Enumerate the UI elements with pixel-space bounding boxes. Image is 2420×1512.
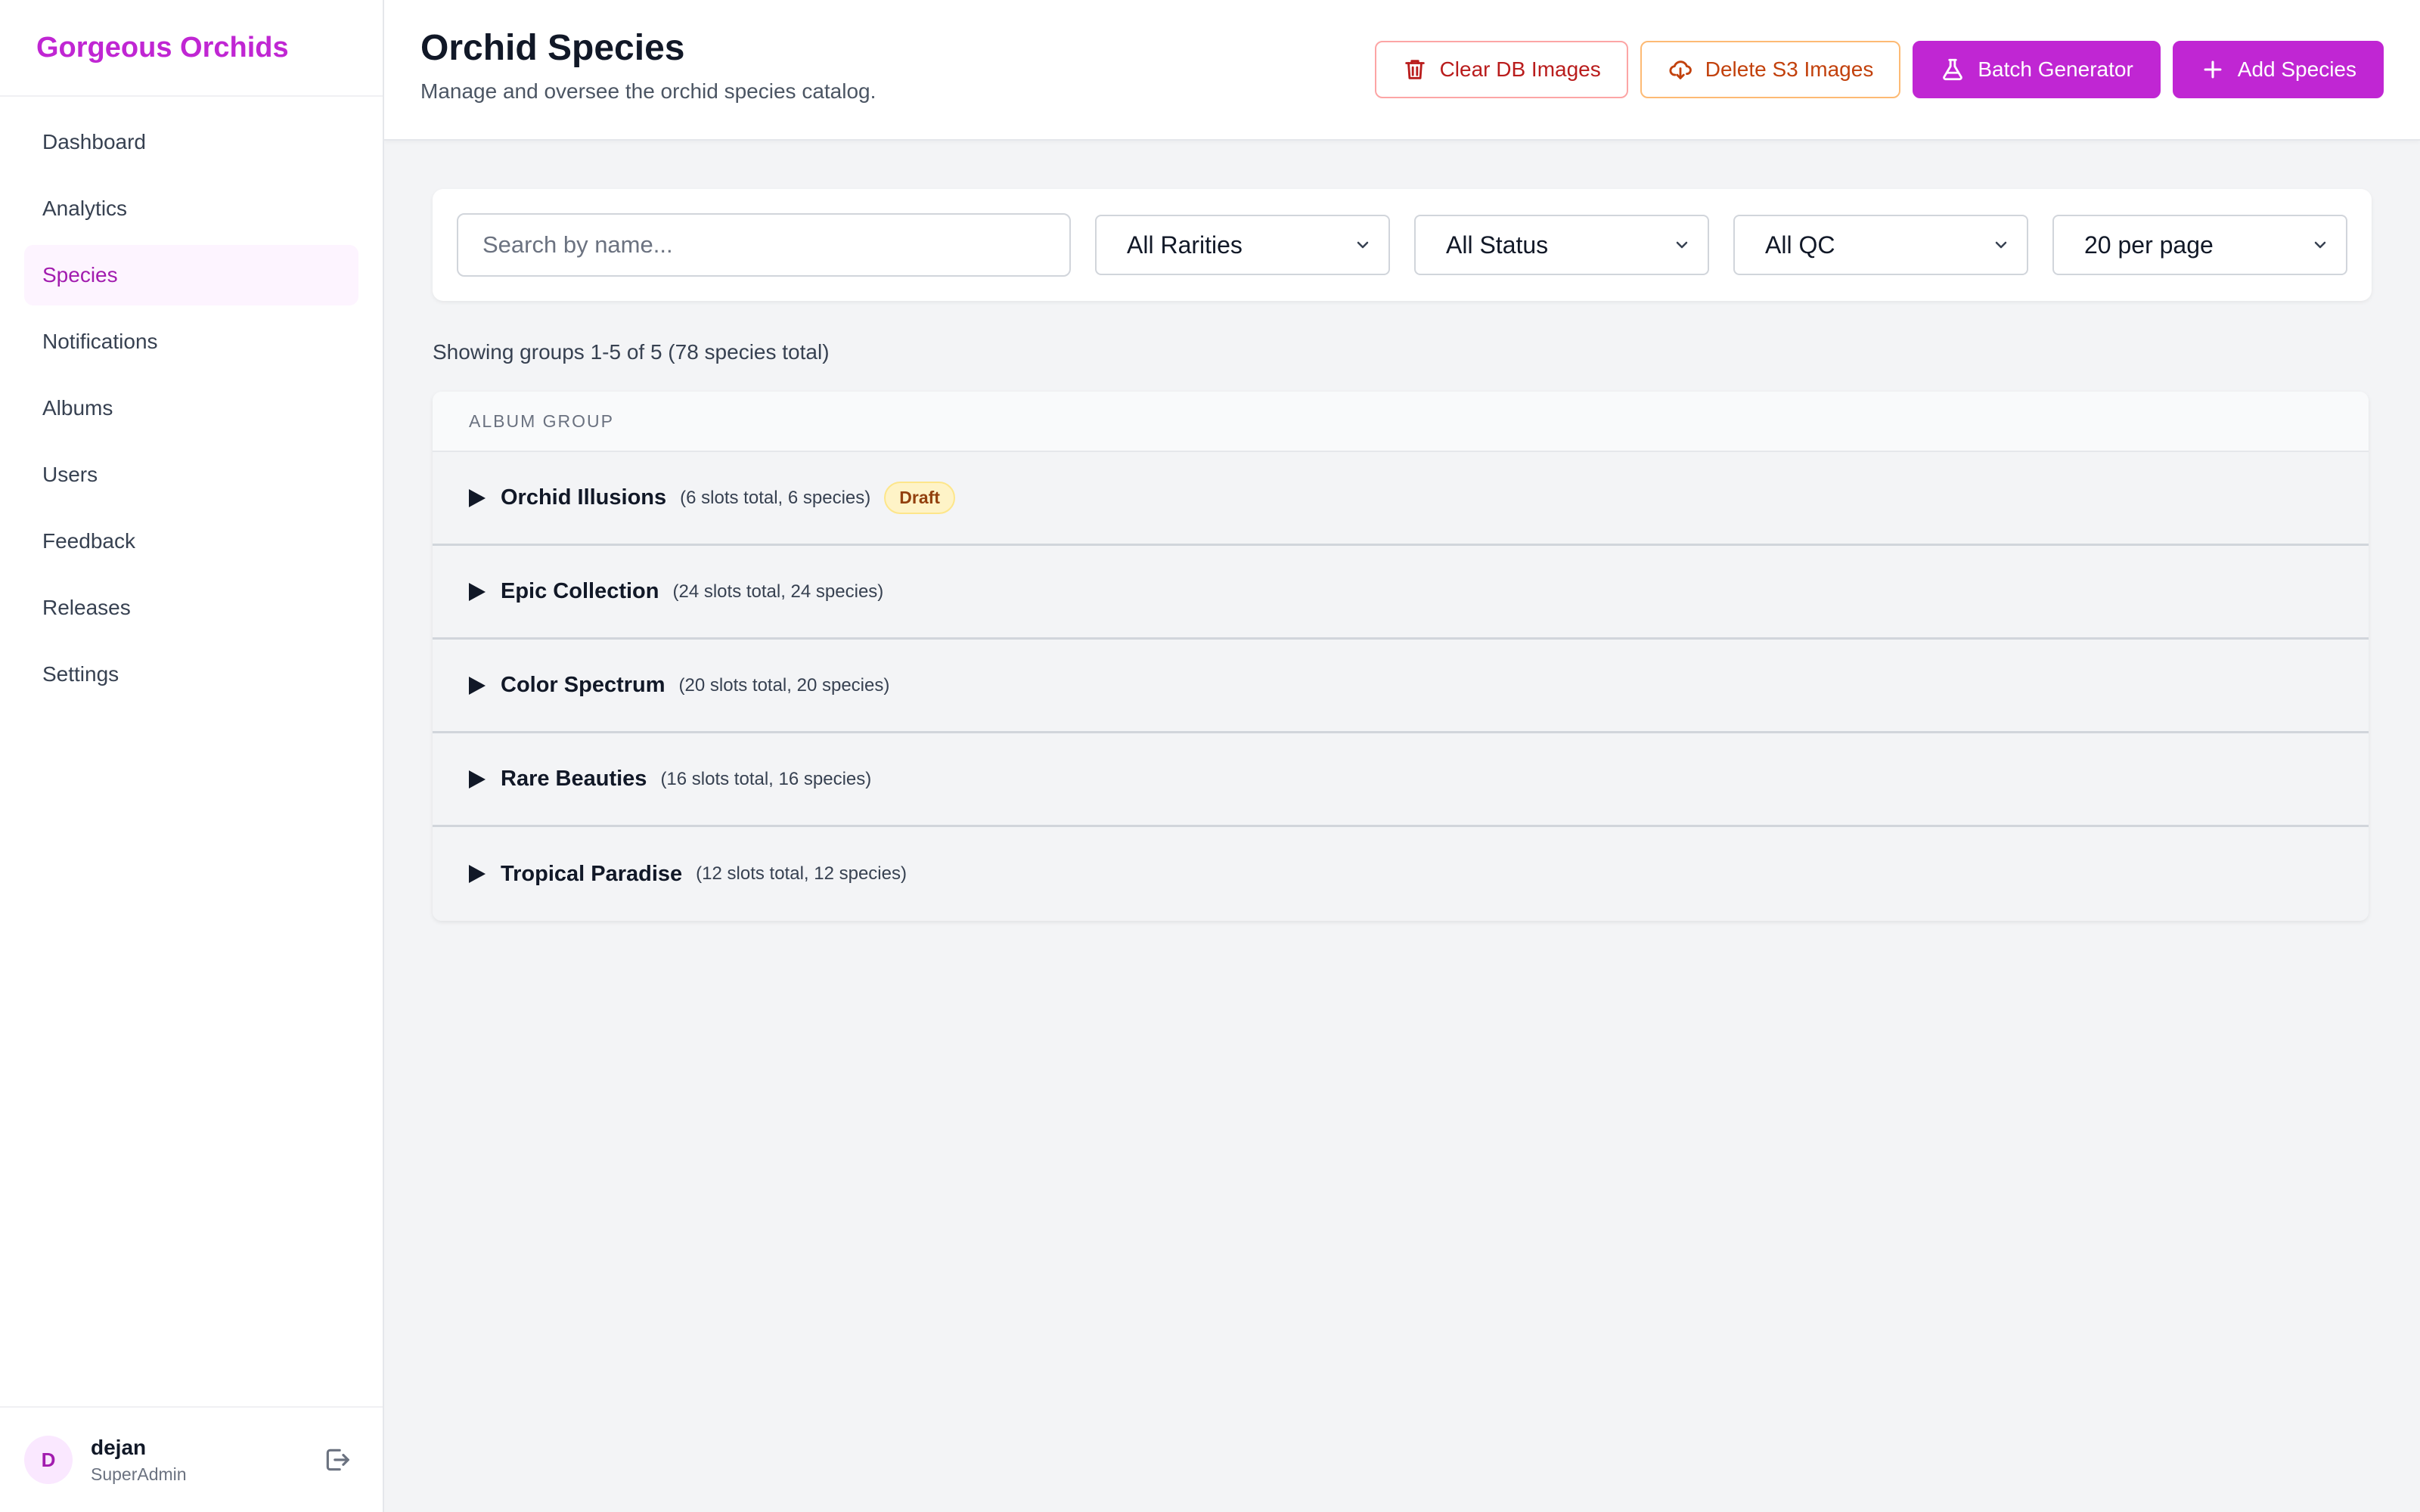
chevron-down-icon bbox=[1676, 241, 1688, 249]
delete-s3-images-label: Delete S3 Images bbox=[1705, 57, 1874, 81]
clear-db-images-label: Clear DB Images bbox=[1439, 57, 1601, 81]
table-row[interactable]: Orchid Illusions (6 slots total, 6 speci… bbox=[433, 452, 2369, 546]
sidebar-nav: Dashboard Analytics Species Notification… bbox=[0, 97, 383, 726]
group-name: Orchid Illusions bbox=[501, 485, 667, 510]
chevron-down-icon bbox=[1357, 241, 1369, 249]
content: All Rarities All Status All QC 20 per pa… bbox=[384, 141, 2420, 921]
cloud-download-icon bbox=[1669, 60, 1692, 79]
logout-button[interactable] bbox=[316, 1439, 358, 1481]
batch-generator-button[interactable]: Batch Generator bbox=[1913, 41, 2161, 98]
status-badge: Draft bbox=[884, 482, 955, 514]
title-block: Orchid Species Manage and oversee the or… bbox=[420, 27, 876, 104]
group-meta: (12 slots total, 12 species) bbox=[696, 863, 907, 884]
add-species-label: Add Species bbox=[2237, 57, 2356, 81]
page-header: Orchid Species Manage and oversee the or… bbox=[384, 0, 2420, 141]
table-row[interactable]: Tropical Paradise (12 slots total, 12 sp… bbox=[433, 827, 2369, 921]
group-meta: (20 slots total, 20 species) bbox=[678, 674, 890, 696]
sidebar-item-notifications[interactable]: Notifications bbox=[24, 311, 358, 372]
user-info: dejan SuperAdmin bbox=[91, 1436, 316, 1485]
expand-triangle-icon[interactable] bbox=[469, 770, 486, 789]
search-input[interactable] bbox=[457, 213, 1071, 277]
sidebar-item-feedback[interactable]: Feedback bbox=[24, 511, 358, 572]
sidebar-item-settings[interactable]: Settings bbox=[24, 644, 358, 705]
sidebar-item-users[interactable]: Users bbox=[24, 445, 358, 505]
rarity-select-value: All Rarities bbox=[1127, 231, 1243, 259]
table-row[interactable]: Rare Beauties (16 slots total, 16 specie… bbox=[433, 733, 2369, 827]
group-meta: (16 slots total, 16 species) bbox=[660, 768, 872, 789]
qc-select[interactable]: All QC bbox=[1733, 215, 2028, 275]
avatar[interactable]: D bbox=[24, 1436, 73, 1484]
group-name: Rare Beauties bbox=[501, 767, 647, 791]
expand-triangle-icon[interactable] bbox=[469, 488, 486, 507]
sidebar-item-albums[interactable]: Albums bbox=[24, 378, 358, 438]
expand-triangle-icon[interactable] bbox=[469, 582, 486, 601]
header-actions: Clear DB Images Delete S3 Images Batch G… bbox=[1374, 41, 2384, 98]
group-meta: (24 slots total, 24 species) bbox=[672, 581, 884, 602]
user-role: SuperAdmin bbox=[91, 1464, 187, 1484]
status-select-value: All Status bbox=[1446, 231, 1549, 259]
qc-select-value: All QC bbox=[1765, 231, 1835, 259]
status-select[interactable]: All Status bbox=[1414, 215, 1709, 275]
clear-db-images-button[interactable]: Clear DB Images bbox=[1374, 41, 1628, 98]
rarity-select[interactable]: All Rarities bbox=[1095, 215, 1390, 275]
sidebar-item-releases[interactable]: Releases bbox=[24, 578, 358, 638]
table-row[interactable]: Color Spectrum (20 slots total, 20 speci… bbox=[433, 640, 2369, 733]
album-group-table: Album Group Orchid Illusions (6 slots to… bbox=[433, 392, 2369, 921]
chevron-down-icon bbox=[2314, 241, 2326, 249]
sidebar-item-species[interactable]: Species bbox=[24, 245, 358, 305]
plus-icon bbox=[2204, 60, 2222, 79]
brand-logo[interactable]: Gorgeous Orchids bbox=[0, 0, 383, 97]
sidebar: Gorgeous Orchids Dashboard Analytics Spe… bbox=[0, 0, 384, 1512]
expand-triangle-icon[interactable] bbox=[469, 865, 486, 883]
logout-icon bbox=[326, 1448, 349, 1471]
per-page-select-value: 20 per page bbox=[2084, 231, 2214, 259]
trash-icon bbox=[1404, 60, 1425, 79]
flask-icon bbox=[1943, 58, 1963, 81]
user-footer: D dejan SuperAdmin bbox=[0, 1406, 383, 1512]
table-row[interactable]: Epic Collection (24 slots total, 24 spec… bbox=[433, 546, 2369, 640]
group-name: Tropical Paradise bbox=[501, 861, 683, 886]
add-species-button[interactable]: Add Species bbox=[2172, 41, 2384, 98]
batch-generator-label: Batch Generator bbox=[1978, 57, 2133, 81]
sidebar-item-analytics[interactable]: Analytics bbox=[24, 178, 358, 239]
results-summary: Showing groups 1-5 of 5 (78 species tota… bbox=[433, 340, 830, 364]
table-header-album-group: Album Group bbox=[433, 392, 2369, 452]
main-area: Orchid Species Manage and oversee the or… bbox=[384, 0, 2420, 1512]
per-page-select[interactable]: 20 per page bbox=[2052, 215, 2347, 275]
user-name: dejan bbox=[91, 1435, 147, 1459]
page-title: Orchid Species bbox=[420, 28, 685, 68]
filter-bar: All Rarities All Status All QC 20 per pa… bbox=[433, 189, 2372, 301]
group-name: Color Spectrum bbox=[501, 673, 666, 697]
delete-s3-images-button[interactable]: Delete S3 Images bbox=[1640, 41, 1901, 98]
page-subtitle: Manage and oversee the orchid species ca… bbox=[420, 79, 876, 103]
group-meta: (6 slots total, 6 species) bbox=[680, 487, 871, 508]
chevron-down-icon bbox=[1995, 241, 2007, 249]
expand-triangle-icon[interactable] bbox=[469, 676, 486, 695]
sidebar-item-dashboard[interactable]: Dashboard bbox=[24, 112, 358, 172]
group-name: Epic Collection bbox=[501, 579, 659, 603]
app-root: Gorgeous Orchids Dashboard Analytics Spe… bbox=[0, 0, 2420, 1512]
